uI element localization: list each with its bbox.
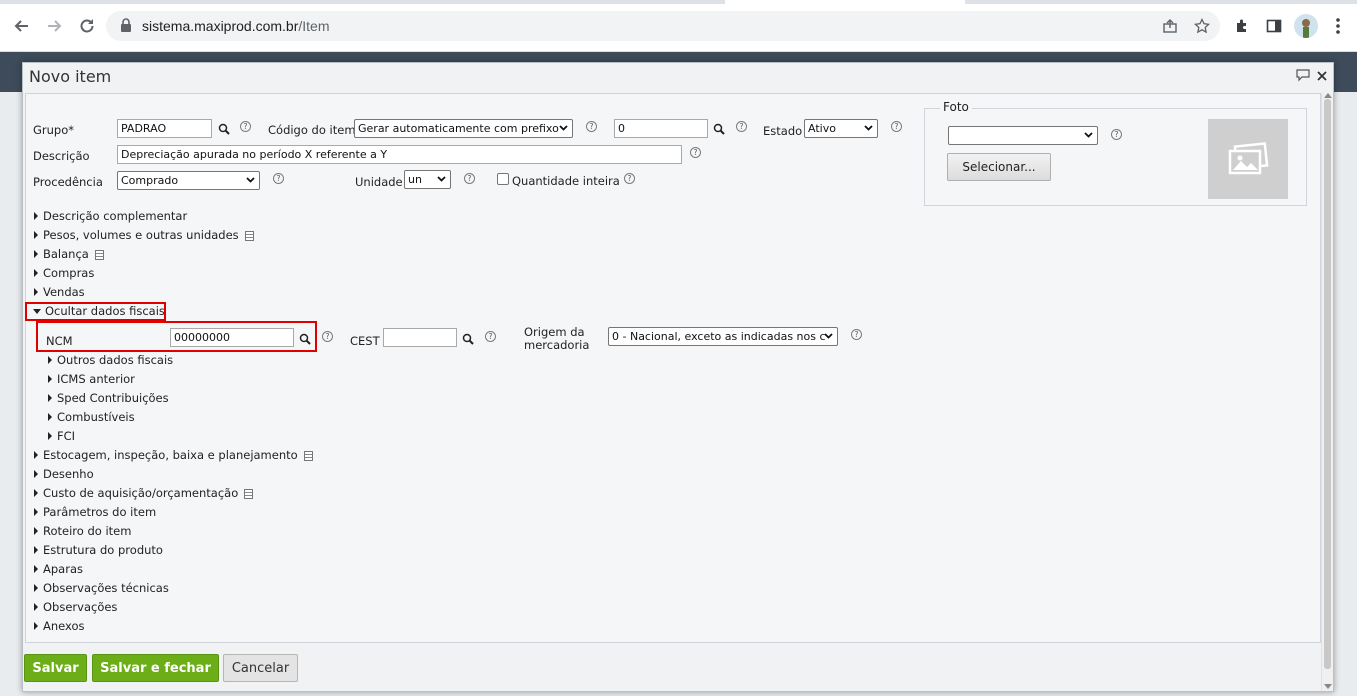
address-bar[interactable]: sistema.maxiprod.com.br/Item [106,11,1220,41]
foto-legend: Foto [940,100,972,114]
share-icon[interactable] [1161,17,1179,35]
cest-label: CEST [350,334,380,348]
chevron-down-icon [246,177,255,183]
lock-icon [120,18,132,35]
procedencia-help-icon[interactable]: ? [273,173,284,184]
unidade-help-icon[interactable]: ? [464,173,475,184]
section-aparas[interactable]: Aparas [34,562,83,576]
origem-select-value: 0 - Nacional, exceto as indicadas nos c [612,330,826,343]
profile-avatar[interactable] [1294,14,1318,38]
tab-strip [0,0,1357,4]
section-fci[interactable]: FCI [48,429,75,443]
selecionar-foto-button[interactable]: Selecionar... [947,153,1051,181]
grupo-label: Grupo* [33,123,75,137]
cest-search-icon[interactable] [462,333,474,345]
grupo-help-icon[interactable]: ? [240,121,251,132]
browser-menu-kebab-icon[interactable] [1327,15,1349,37]
side-panel-icon[interactable] [1263,15,1285,37]
dialog-scrollbar[interactable] [1321,93,1333,691]
codigo-search-icon[interactable] [713,123,725,135]
section-observacoes-tecnicas[interactable]: Observações técnicas [34,581,169,595]
section-sped-contribuicoes[interactable]: Sped Contribuições [48,391,169,405]
photo-placeholder [1208,119,1288,199]
section-descricao-complementar[interactable]: Descrição complementar [34,209,187,223]
origem-label-line1: Origem da [524,325,585,339]
grupo-input[interactable]: PADRAO [117,119,212,138]
chevron-down-icon [1084,132,1093,138]
codigo-label: Código do item [268,123,356,137]
cest-input[interactable] [383,328,457,347]
url-text: sistema.maxiprod.com.br/Item [142,18,330,34]
section-parametros[interactable]: Parâmetros do item [34,505,156,519]
chevron-down-icon [437,176,446,182]
section-icms-anterior[interactable]: ICMS anterior [48,372,135,386]
quantidade-help-icon[interactable]: ? [624,173,635,184]
unidade-select-value: un [408,173,422,186]
estado-select[interactable]: Ativo [804,119,878,138]
estado-help-icon[interactable]: ? [891,121,902,132]
descricao-help-icon[interactable]: ? [690,147,701,158]
dialog-title: Novo item [29,67,112,86]
ncm-help-icon[interactable]: ? [322,331,333,342]
descricao-input[interactable]: Depreciação apurada no período X referen… [117,145,682,164]
origem-help-icon[interactable]: ? [851,329,862,340]
chevron-down-icon [824,333,833,339]
codigo-select[interactable]: Gerar automaticamente com prefixo [354,119,573,138]
procedencia-select[interactable]: Comprado [117,171,260,190]
section-estrutura[interactable]: Estrutura do produto [34,543,163,557]
section-estocagem[interactable]: Estocagem, inspeção, baixa e planejament… [34,448,313,462]
section-combustiveis[interactable]: Combustíveis [48,410,135,424]
section-outros-dados-fiscais[interactable]: Outros dados fiscais [48,353,173,367]
salvar-e-fechar-button[interactable]: Salvar e fechar [92,654,219,682]
close-icon[interactable] [1317,70,1327,84]
section-desenho[interactable]: Desenho [34,467,94,481]
salvar-button[interactable]: Salvar [24,654,87,682]
estado-select-value: Ativo [808,122,836,135]
foto-select[interactable] [948,126,1098,145]
cancelar-button[interactable]: Cancelar [223,654,298,682]
notes-icon [303,451,313,461]
comment-icon[interactable] [1295,68,1311,85]
procedencia-label: Procedência [33,175,103,189]
foto-help-icon[interactable]: ? [1111,129,1122,140]
back-arrow-icon[interactable] [10,14,34,38]
grupo-search-icon[interactable] [218,123,230,135]
chevron-down-icon [559,125,568,131]
codigo-input[interactable]: 0 [614,119,708,138]
image-icon [1228,142,1269,175]
estado-label: Estado [763,124,803,138]
codigo-input-help-icon[interactable]: ? [736,121,747,132]
notes-icon [244,489,254,499]
highlight-ocultar-box [25,302,166,321]
section-anexos[interactable]: Anexos [34,619,85,633]
unidade-select[interactable]: un [404,170,451,189]
section-compras[interactable]: Compras [34,266,94,280]
codigo-select-value: Gerar automaticamente com prefixo [358,122,559,135]
origem-label-line2: mercadoria [524,338,590,352]
cest-help-icon[interactable]: ? [485,331,496,342]
procedencia-select-value: Comprado [121,174,179,187]
notes-icon [94,250,104,260]
forward-arrow-icon[interactable] [42,14,66,38]
section-custo[interactable]: Custo de aquisição/orçamentação [34,486,254,500]
extensions-puzzle-icon[interactable] [1231,15,1253,37]
browser-toolbar: sistema.maxiprod.com.br/Item [0,0,1357,52]
chevron-down-icon [864,125,873,131]
section-balanca[interactable]: Balança [34,247,104,261]
dialog-header-actions [1295,68,1327,85]
section-vendas[interactable]: Vendas [34,285,85,299]
descricao-label: Descrição [33,149,90,163]
section-roteiro[interactable]: Roteiro do item [34,524,131,538]
section-observacoes[interactable]: Observações [34,600,117,614]
codigo-help-icon[interactable]: ? [586,121,597,132]
origem-select[interactable]: 0 - Nacional, exceto as indicadas nos c [608,327,838,346]
quantidade-inteira-checkbox[interactable] [497,173,509,185]
unidade-label: Unidade [355,175,403,189]
section-pesos-volumes[interactable]: Pesos, volumes e outras unidades [34,228,254,242]
quantidade-inteira-label: Quantidade inteira [512,174,620,188]
notes-icon [244,231,254,241]
reload-icon[interactable] [75,14,99,38]
highlight-ncm-box [36,321,317,352]
bookmark-star-icon[interactable] [1193,17,1211,35]
